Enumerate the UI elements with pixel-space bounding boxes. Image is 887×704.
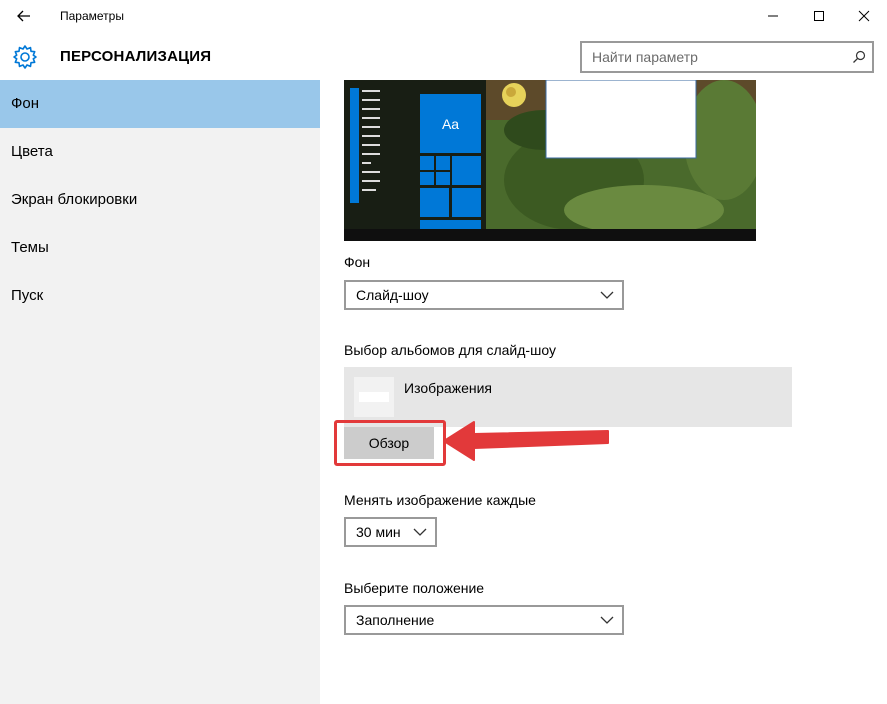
background-dropdown[interactable]: Слайд-шоу (344, 280, 624, 310)
start-tiles (350, 88, 481, 229)
chevron-down-icon (413, 528, 427, 536)
maximize-button[interactable] (796, 0, 842, 32)
minimize-icon (768, 15, 778, 17)
arrow-left-icon[interactable] (12, 6, 36, 26)
position-label: Выберите положение (344, 580, 485, 596)
background-value: Слайд-шоу (356, 287, 429, 303)
background-label: Фон (344, 254, 371, 270)
search-icon[interactable] (852, 50, 866, 64)
sidebar-item-start[interactable]: Пуск (0, 272, 320, 320)
search-box[interactable] (580, 41, 874, 73)
sidebar-item-lock-screen[interactable]: Экран блокировки (0, 176, 320, 224)
page-title: ПЕРСОНАЛИЗАЦИЯ (60, 48, 212, 65)
gear-icon (12, 44, 38, 70)
taskbar-preview (344, 229, 756, 241)
interval-label: Менять изображение каждые (344, 492, 536, 508)
arrow-annotation-icon (443, 421, 609, 461)
background-preview: Aa (344, 80, 756, 241)
header: ПЕРСОНАЛИЗАЦИЯ (0, 32, 887, 80)
title-bar: Параметры (0, 0, 887, 32)
main-content: Aa Фон Слайд-шоу Выбор альбомов для слай… (320, 80, 887, 704)
window-title: Параметры (60, 9, 124, 23)
folder-thumbnail (354, 377, 394, 417)
interval-dropdown[interactable]: 30 мин (344, 517, 437, 547)
sidebar: Фон Цвета Экран блокировки Темы Пуск (0, 80, 320, 704)
chevron-down-icon (600, 291, 614, 299)
maximize-icon (814, 11, 824, 21)
search-input[interactable] (582, 43, 842, 71)
tile-label: Aa (441, 116, 460, 132)
minimize-button[interactable] (750, 0, 796, 32)
sidebar-item-themes[interactable]: Темы (0, 224, 320, 272)
start-menu-preview: Aa (344, 80, 486, 229)
close-button[interactable] (841, 0, 887, 32)
albums-label: Выбор альбомов для слайд-шоу (344, 342, 556, 358)
highlight-box (334, 420, 446, 466)
position-dropdown[interactable]: Заполнение (344, 605, 624, 635)
interval-value: 30 мин (356, 524, 401, 540)
position-value: Заполнение (356, 612, 435, 628)
album-name: Изображения (404, 380, 492, 396)
chevron-down-icon (600, 616, 614, 624)
close-icon (858, 10, 870, 22)
sidebar-item-colors[interactable]: Цвета (0, 128, 320, 176)
sidebar-item-background[interactable]: Фон (0, 80, 320, 128)
